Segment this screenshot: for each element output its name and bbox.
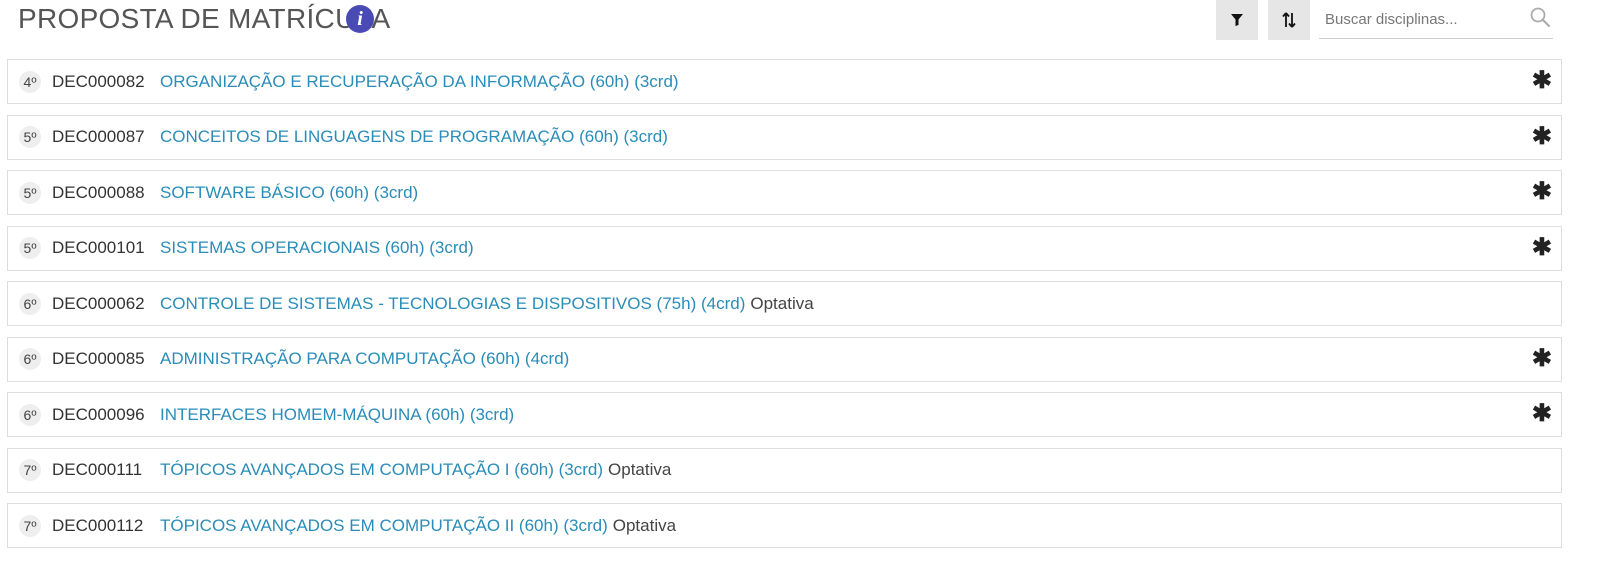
optional-tag: Optativa <box>612 515 677 535</box>
info-icon[interactable]: i <box>346 5 374 33</box>
course-row: 5º DEC000088 SOFTWARE BÁSICO (60h) (3crd… <box>7 170 1562 215</box>
optional-tag: Optativa <box>750 293 814 313</box>
course-row: 4º DEC000082 ORGANIZAÇÃO E RECUPERAÇÃO D… <box>7 59 1562 104</box>
asterisk-icon: ✱ <box>1531 400 1552 427</box>
course-code: DEC000082 <box>52 71 145 91</box>
asterisk-icon: ✱ <box>1531 344 1552 372</box>
course-name-link[interactable]: CONTROLE DE SISTEMAS - TECNOLOGIAS E DIS… <box>160 294 745 314</box>
semester-badge: 4º <box>19 70 41 93</box>
course-code: DEC000087 <box>52 127 145 146</box>
course-code: DEC000112 <box>52 515 144 535</box>
semester-badge: 6º <box>19 403 41 426</box>
course-name-link[interactable]: SISTEMAS OPERACIONAIS (60h) (3crd) <box>160 238 474 258</box>
semester-badge: 6º <box>19 348 41 370</box>
course-code: DEC000101 <box>52 238 145 257</box>
semester-badge: 6º <box>19 292 41 315</box>
filter-icon <box>1231 14 1243 26</box>
semester-badge: 7º <box>19 459 41 481</box>
semester-badge: 5º <box>19 126 41 148</box>
course-code: DEC000085 <box>52 349 145 368</box>
course-row: 6º DEC000096 INTERFACES HOMEM-MÁQUINA (6… <box>7 392 1562 437</box>
asterisk-icon: ✱ <box>1531 233 1552 261</box>
search-input[interactable] <box>1325 6 1515 32</box>
course-list: 4º DEC000082 ORGANIZAÇÃO E RECUPERAÇÃO D… <box>7 59 1562 559</box>
course-row: 5º DEC000101 SISTEMAS OPERACIONAIS (60h)… <box>7 225 1562 271</box>
optional-tag: Optativa <box>608 460 672 479</box>
page-header: PROPOSTA DE MATRÍCULA i <box>0 0 1611 48</box>
asterisk-icon: ✱ <box>1531 178 1552 205</box>
course-name-link[interactable]: TÓPICOS AVANÇADOS EM COMPUTAÇÃO I (60h) … <box>160 460 603 480</box>
page-title: PROPOSTA DE MATRÍCULA <box>18 3 391 34</box>
course-code: DEC000111 <box>52 460 143 479</box>
course-name-link[interactable]: ADMINISTRAÇÃO PARA COMPUTAÇÃO (60h) (4cr… <box>160 349 569 369</box>
asterisk-icon: ✱ <box>1531 67 1552 94</box>
course-name-link[interactable]: CONCEITOS DE LINGUAGENS DE PROGRAMAÇÃO (… <box>160 127 668 147</box>
course-code: DEC000088 <box>52 182 145 202</box>
course-name-link[interactable]: ORGANIZAÇÃO E RECUPERAÇÃO DA INFORMAÇÃO … <box>160 72 679 92</box>
course-row: 6º DEC000085 ADMINISTRAÇÃO PARA COMPUTAÇ… <box>7 336 1562 382</box>
course-code: DEC000062 <box>52 293 145 313</box>
course-name-link[interactable]: INTERFACES HOMEM-MÁQUINA (60h) (3crd) <box>160 405 514 425</box>
semester-badge: 5º <box>19 181 41 204</box>
course-row: 5º DEC000087 CONCEITOS DE LINGUAGENS DE … <box>7 114 1562 160</box>
course-row: 7º DEC000112 TÓPICOS AVANÇADOS EM COMPUT… <box>7 503 1562 548</box>
sort-button[interactable] <box>1268 0 1310 40</box>
course-code: DEC000096 <box>52 404 145 424</box>
semester-badge: 5º <box>19 237 41 259</box>
course-name-link[interactable]: SOFTWARE BÁSICO (60h) (3crd) <box>160 183 418 203</box>
course-name-link[interactable]: TÓPICOS AVANÇADOS EM COMPUTAÇÃO II (60h)… <box>160 516 608 536</box>
course-row: 6º DEC000062 CONTROLE DE SISTEMAS - TECN… <box>7 281 1562 326</box>
asterisk-icon: ✱ <box>1531 122 1552 150</box>
semester-badge: 7º <box>19 514 41 537</box>
filter-button[interactable] <box>1216 0 1258 40</box>
sort-icon <box>1282 12 1296 28</box>
search-icon[interactable] <box>1529 6 1551 28</box>
search-box <box>1319 0 1553 39</box>
course-row: 7º DEC000111 TÓPICOS AVANÇADOS EM COMPUT… <box>7 447 1562 493</box>
